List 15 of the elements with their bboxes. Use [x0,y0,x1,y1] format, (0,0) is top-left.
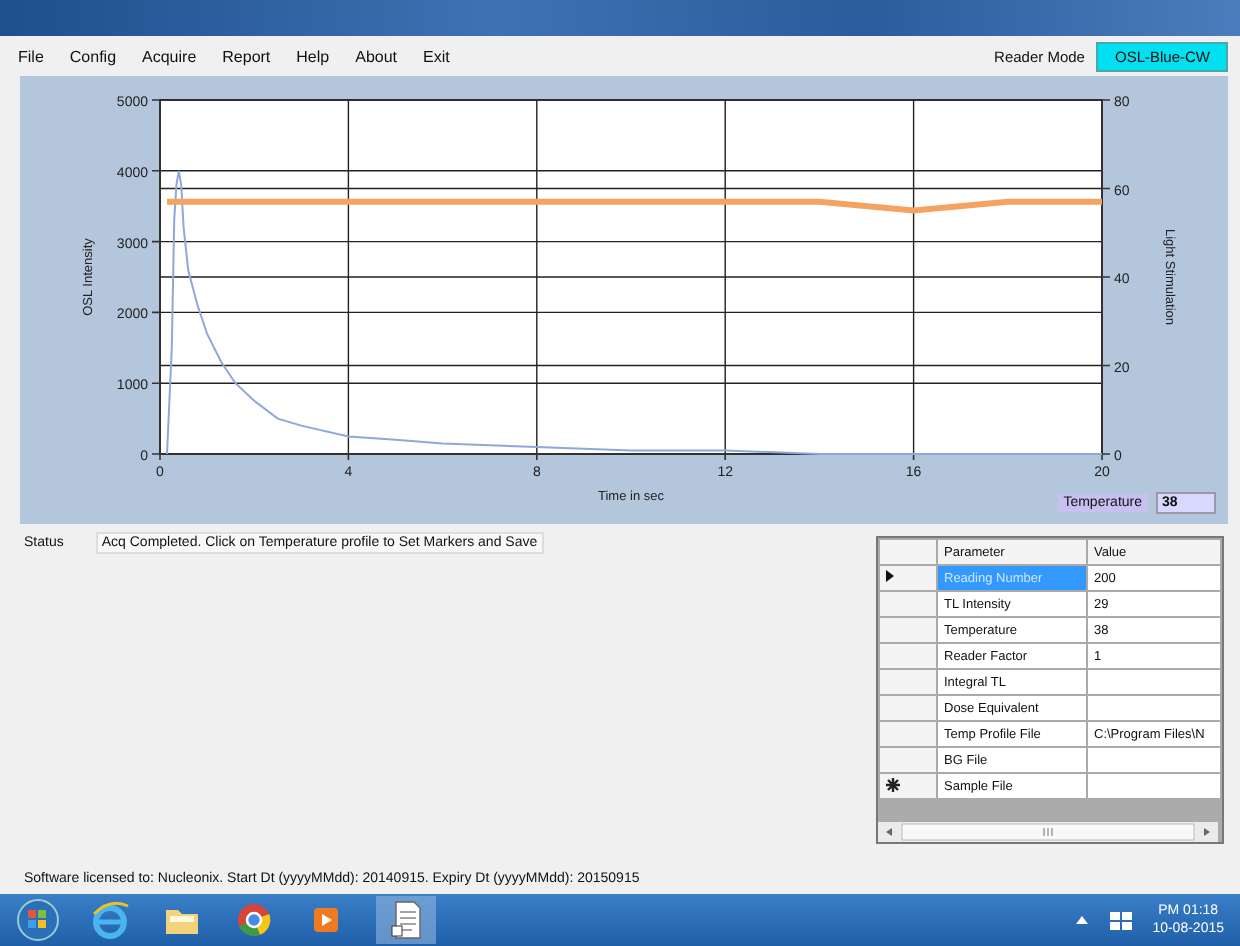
start-button-icon[interactable] [16,898,60,942]
browser-icon[interactable] [88,898,132,942]
horizontal-scrollbar[interactable] [878,822,1222,842]
flag-icon[interactable] [1110,909,1133,931]
tray-expand-icon[interactable] [1074,912,1091,928]
menu-item[interactable]: Config [69,47,117,65]
menu-item[interactable]: Help [296,47,330,65]
menu-item[interactable]: Report [222,47,271,65]
menu-item[interactable]: Exit [423,47,450,65]
menu-item[interactable]: About [355,47,398,65]
row-header[interactable] [879,773,937,799]
menu-item[interactable]: File [18,47,44,65]
menu-item[interactable]: Acquire [142,47,197,65]
row-header[interactable] [879,565,937,591]
document-icon[interactable] [376,896,436,944]
